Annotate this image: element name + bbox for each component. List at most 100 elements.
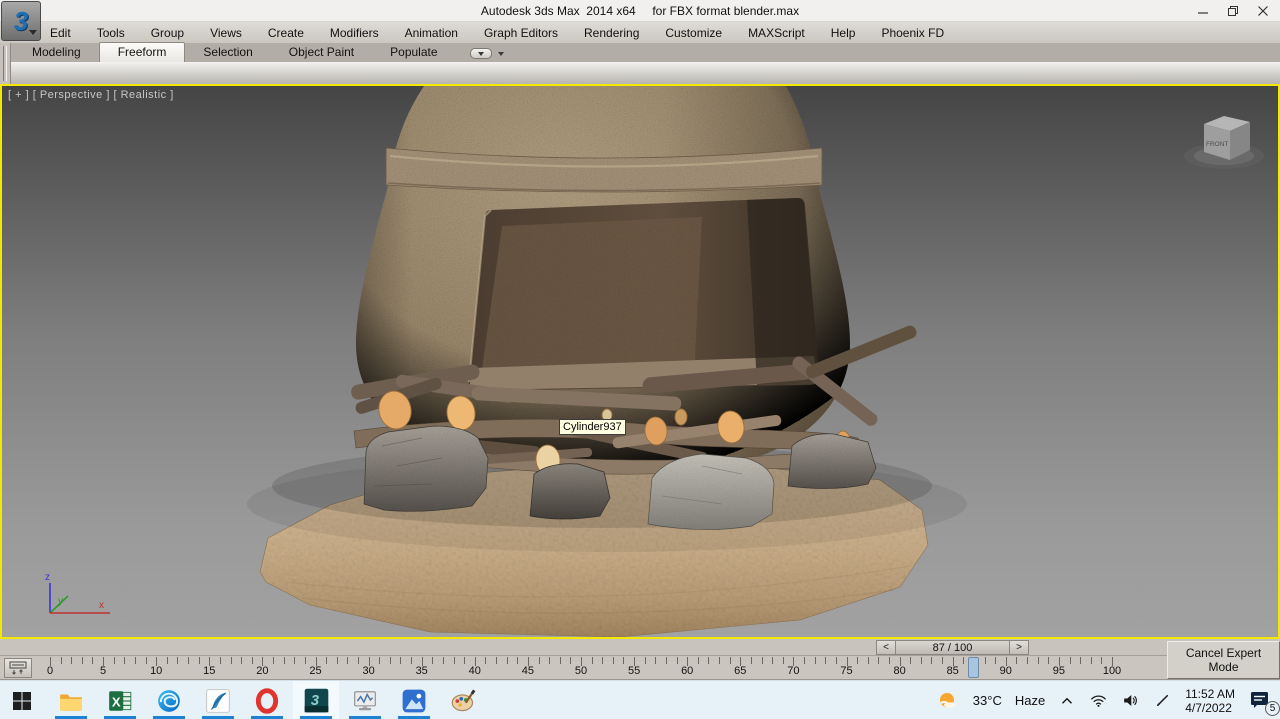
ruler-tick <box>400 657 401 664</box>
ruler-tick-label: 25 <box>309 665 321 677</box>
notification-center-button[interactable]: 5 <box>1248 688 1274 714</box>
chevron-up-icon[interactable] <box>1058 692 1076 710</box>
menu-item-graph-editors[interactable]: Graph Editors <box>484 26 558 40</box>
ribbon-tab-selection[interactable]: Selection <box>185 43 270 62</box>
taskbar-edge[interactable] <box>155 681 183 719</box>
ruler-tick <box>1027 657 1028 664</box>
taskbar-opera[interactable] <box>253 681 281 719</box>
track-bar[interactable]: 0510152025303540455055606570758085909510… <box>0 656 1280 680</box>
ruler-tick <box>379 657 380 664</box>
taskbar-system-monitor[interactable] <box>351 681 379 719</box>
taskbar-clock[interactable]: 11:52 AM 4/7/2022 <box>1185 687 1235 715</box>
taskbar-3ds-max[interactable]: 3 <box>293 681 339 719</box>
ruler-tick <box>921 657 922 664</box>
ruler-tick <box>549 657 550 664</box>
menu-item-edit[interactable]: Edit <box>50 26 71 40</box>
ruler-tick <box>815 657 816 664</box>
ruler-tick <box>836 657 837 664</box>
ruler-tick-label: 15 <box>203 665 215 677</box>
ruler-tick <box>708 657 709 664</box>
ribbon-tab-populate[interactable]: Populate <box>372 43 455 62</box>
wifi-icon[interactable] <box>1089 691 1108 710</box>
menu-item-modifiers[interactable]: Modifiers <box>330 26 379 40</box>
viewcube-front-face-label: FRONT <box>1206 141 1228 148</box>
taskbar-start-button[interactable] <box>8 681 36 719</box>
taskbar-excel[interactable]: X <box>106 681 134 719</box>
speaker-icon[interactable] <box>1121 691 1140 710</box>
ribbon-dropdown-icon <box>470 48 492 59</box>
svg-text:3: 3 <box>310 693 318 709</box>
ribbon-grip-handle[interactable] <box>0 43 11 84</box>
ribbon-tab-freeform[interactable]: Freeform <box>99 42 186 62</box>
ruler-tick-label: 95 <box>1053 665 1065 677</box>
taskbar-quill-app[interactable] <box>204 681 232 719</box>
ribbon-tab-object-paint[interactable]: Object Paint <box>271 43 372 62</box>
ruler-tick <box>220 657 221 664</box>
time-slider-handle[interactable]: 87 / 100 <box>896 640 1009 655</box>
ruler-tick <box>1101 657 1102 664</box>
ruler-tick <box>677 657 678 664</box>
close-button[interactable] <box>1248 0 1278 22</box>
ruler-tick <box>231 657 232 664</box>
taskbar: X <box>0 680 1280 719</box>
menu-item-rendering[interactable]: Rendering <box>584 26 639 40</box>
ruler-tick <box>889 657 890 664</box>
menu-item-help[interactable]: Help <box>831 26 856 40</box>
axis-y-label: y <box>58 596 63 607</box>
window-controls <box>1188 0 1278 22</box>
ruler-tick <box>1091 657 1092 664</box>
pen-icon[interactable] <box>1153 691 1172 710</box>
weather-condition[interactable]: Haze <box>1015 693 1045 708</box>
ruler-tick <box>146 657 147 664</box>
menu-item-create[interactable]: Create <box>268 26 304 40</box>
ruler-tick <box>294 657 295 664</box>
next-frame-button[interactable]: > <box>1009 640 1029 655</box>
previous-frame-button[interactable]: < <box>876 640 896 655</box>
ruler-tick <box>623 657 624 664</box>
chevron-down-icon <box>498 52 504 56</box>
clock-time: 11:52 AM <box>1185 687 1235 701</box>
ruler-tick <box>1048 657 1049 664</box>
current-frame-marker[interactable] <box>968 657 979 678</box>
ruler-tick <box>114 657 115 664</box>
edge-icon <box>156 688 182 714</box>
viewport[interactable]: FRONT z y x [ + ] [ Perspective ] [ Real… <box>0 84 1280 639</box>
menu-item-customize[interactable]: Customize <box>665 26 722 40</box>
viewport-label[interactable]: [ + ] [ Perspective ] [ Realistic ] <box>8 89 174 101</box>
time-slider[interactable]: < 87 / 100 > <box>876 640 1029 655</box>
ruler-tick <box>730 657 731 664</box>
ruler-tick-label: 0 <box>47 665 53 677</box>
time-slider-track[interactable]: < 87 / 100 > <box>0 639 1280 656</box>
mini-curve-editor-button[interactable] <box>4 658 32 678</box>
taskbar-file-explorer[interactable] <box>57 681 85 719</box>
taskbar-photos[interactable] <box>400 681 428 719</box>
application-menu-button[interactable]: 3 <box>1 1 41 41</box>
menu-item-tools[interactable]: Tools <box>97 26 125 40</box>
ruler-tick <box>124 657 125 664</box>
menu-item-group[interactable]: Group <box>151 26 184 40</box>
menu-item-phoenix-fd[interactable]: Phoenix FD <box>881 26 944 40</box>
menu-item-maxscript[interactable]: MAXScript <box>748 26 805 40</box>
restore-button[interactable] <box>1218 0 1248 22</box>
menu-item-animation[interactable]: Animation <box>405 26 458 40</box>
viewport-canvas[interactable]: FRONT z y x <box>2 86 1278 637</box>
weather-icon[interactable] <box>936 689 960 713</box>
ruler-tick <box>613 657 614 664</box>
cancel-expert-mode-button[interactable]: Cancel Expert Mode <box>1167 641 1280 679</box>
ruler-tick-label: 30 <box>362 665 374 677</box>
file-explorer-icon <box>58 688 84 714</box>
clock-date: 4/7/2022 <box>1185 701 1235 715</box>
ruler-tick <box>762 657 763 664</box>
axis-z-label: z <box>45 572 50 583</box>
minimize-button[interactable] <box>1188 0 1218 22</box>
ribbon-tab-modeling[interactable]: Modeling <box>14 43 99 62</box>
weather-temperature[interactable]: 33°C <box>973 693 1002 708</box>
taskbar-paint[interactable] <box>449 681 477 719</box>
ruler-tick-label: 100 <box>1103 665 1121 677</box>
menu-item-views[interactable]: Views <box>210 26 242 40</box>
excel-icon: X <box>107 688 133 714</box>
axis-x-label: x <box>99 600 104 611</box>
ribbon-minimize-control[interactable] <box>470 48 504 62</box>
ruler-tick <box>273 657 274 664</box>
ruler-tick <box>485 657 486 664</box>
